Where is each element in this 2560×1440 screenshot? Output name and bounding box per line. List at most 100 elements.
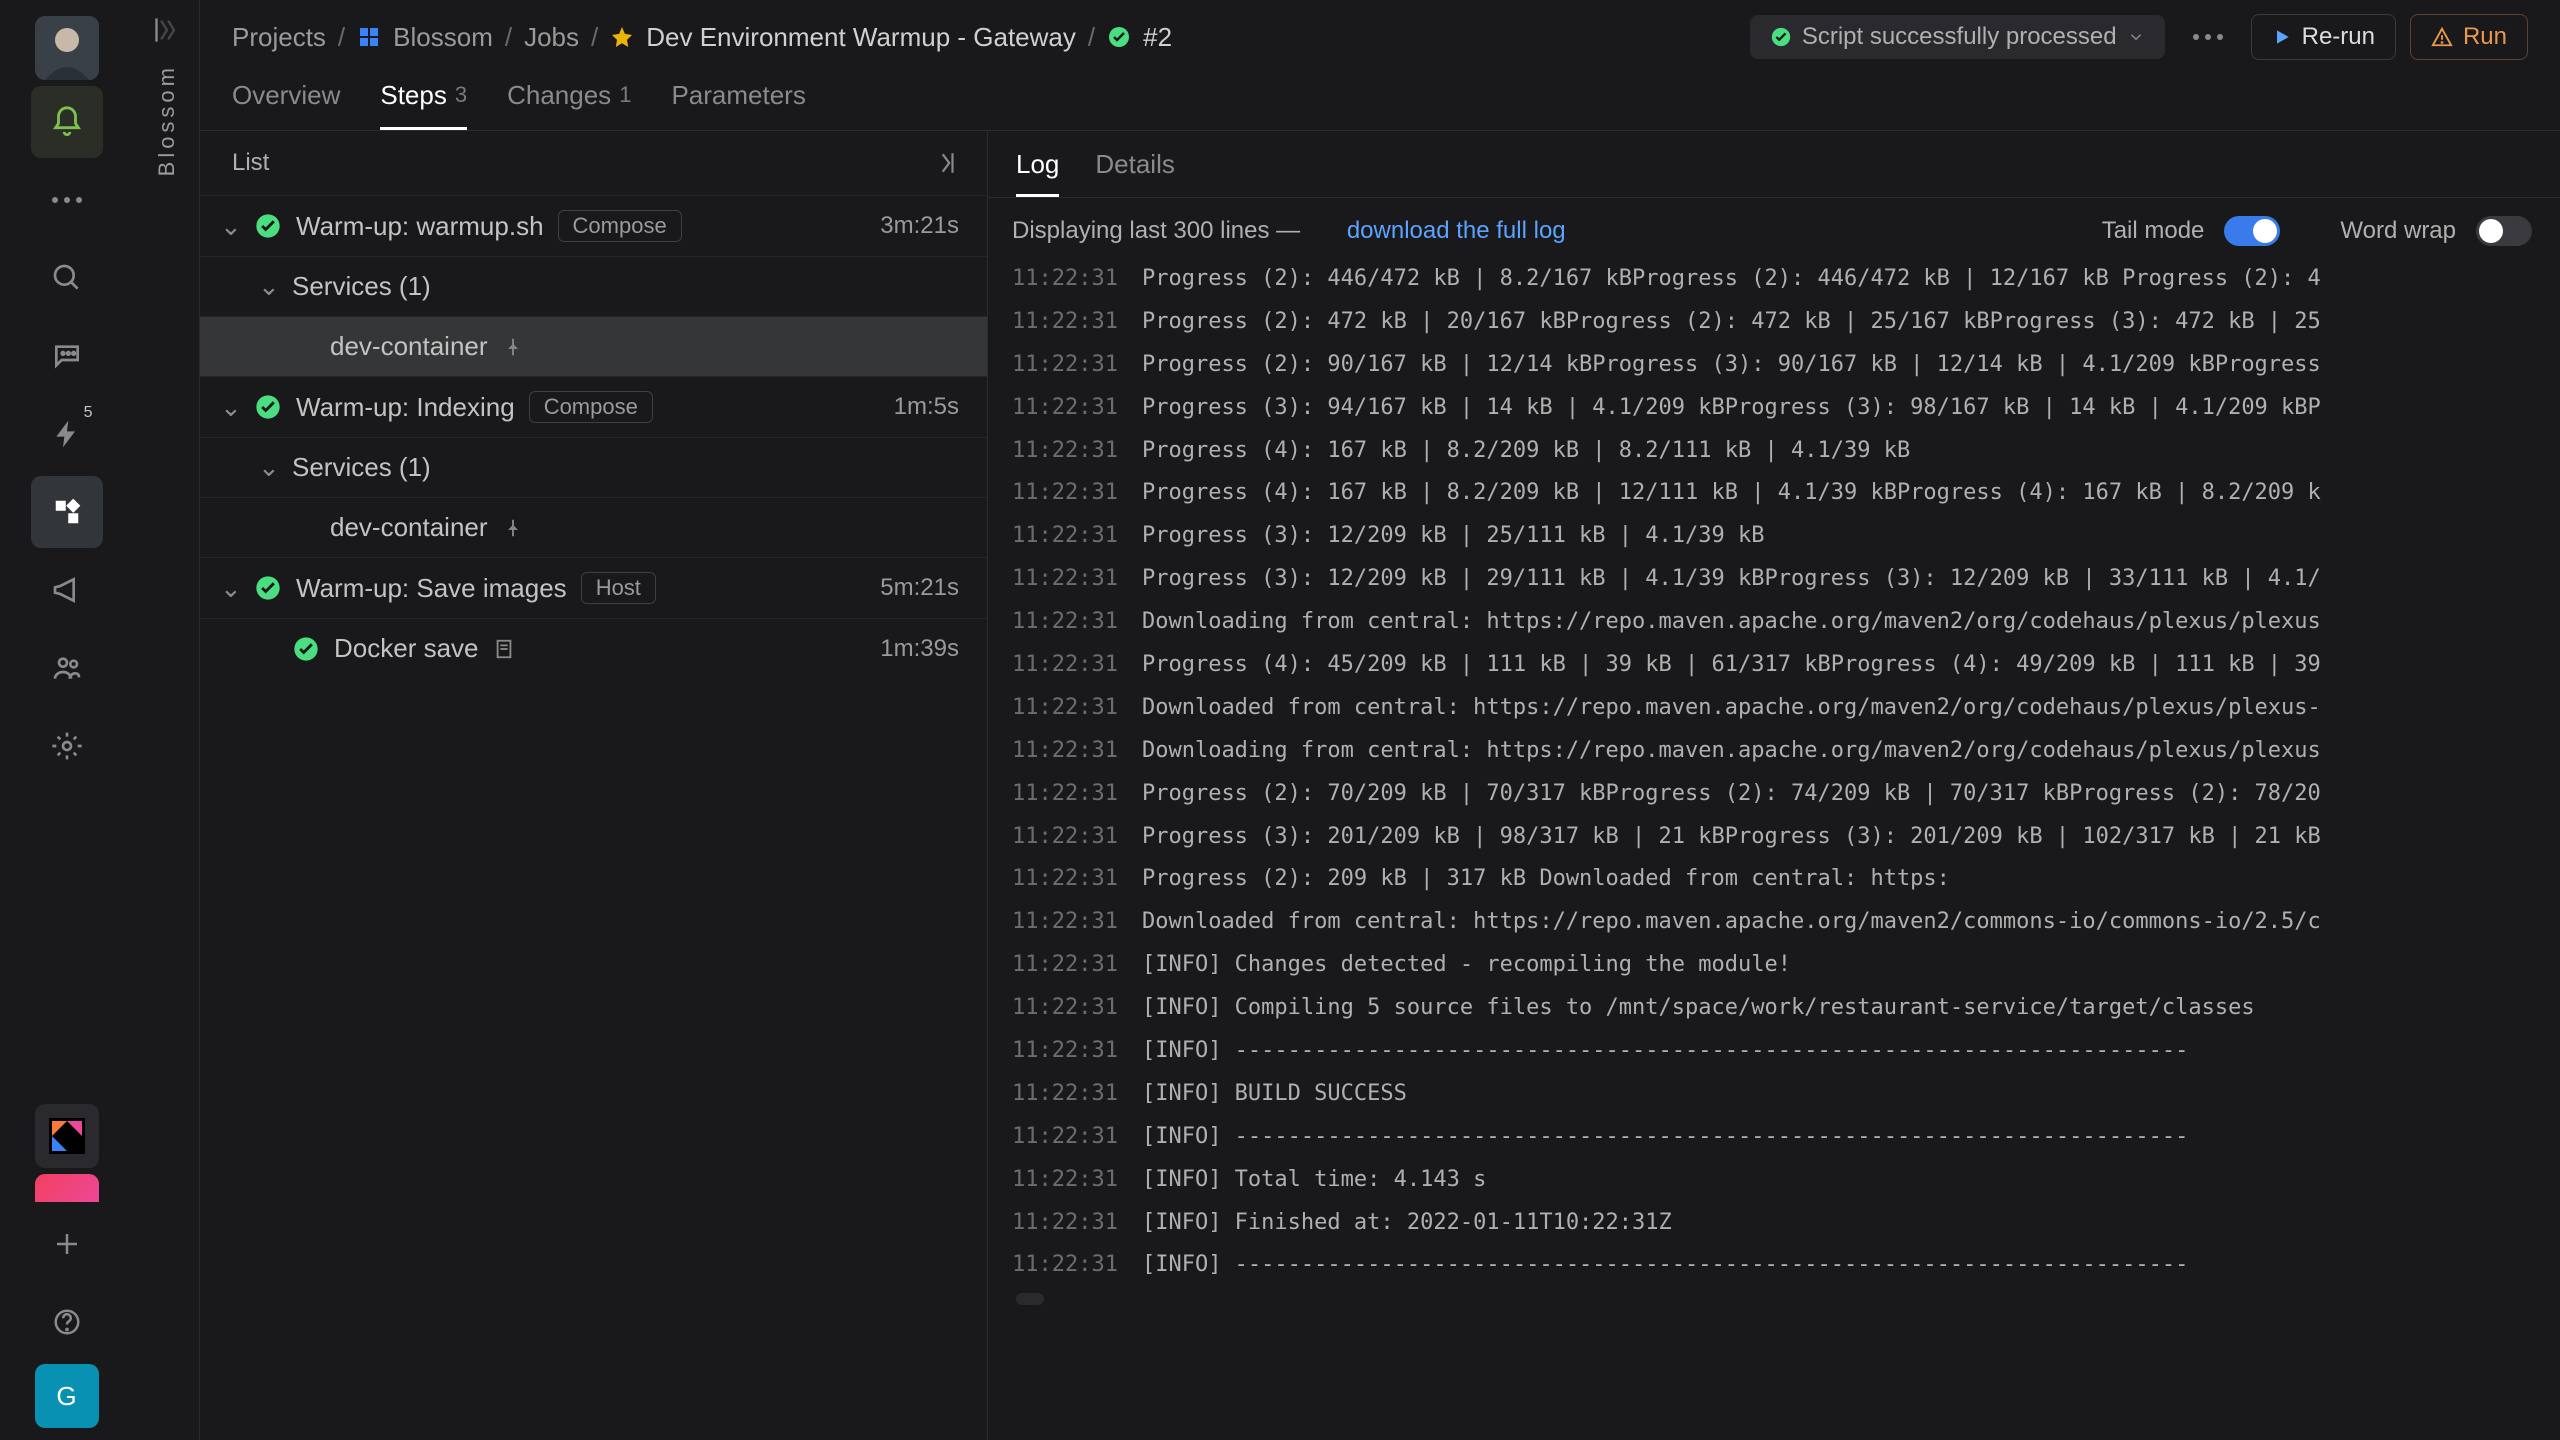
- gear-icon[interactable]: [31, 710, 103, 782]
- log-line: 11:22:31Progress (2): 90/167 kB | 12/14 …: [1012, 344, 2560, 387]
- log-message: Progress (2): 472 kB | 20/167 kBProgress…: [1142, 301, 2321, 344]
- steps-header-label: List: [232, 149, 269, 177]
- tab-parameters[interactable]: Parameters: [671, 80, 805, 130]
- notifications-icon[interactable]: [31, 86, 103, 158]
- log-body[interactable]: 11:22:31Progress (2): 446/472 kB | 8.2/1…: [988, 258, 2560, 1440]
- tree-row-title: Services (1): [292, 271, 431, 302]
- scrollbar-thumb[interactable]: [1016, 1293, 1044, 1305]
- download-log-link[interactable]: download the full log: [1347, 217, 1566, 245]
- log-timestamp: 11:22:31: [1012, 816, 1118, 859]
- tree-row[interactable]: dev-container: [200, 497, 987, 557]
- document-icon[interactable]: [493, 638, 515, 660]
- tree-row[interactable]: ⌄ Services (1): [200, 437, 987, 497]
- more-actions-icon[interactable]: [2179, 32, 2237, 42]
- breadcrumb-jobs[interactable]: Jobs: [524, 22, 579, 53]
- log-line: 11:22:31Downloading from central: https:…: [1012, 730, 2560, 773]
- log-line: 11:22:31Progress (4): 45/209 kB | 111 kB…: [1012, 644, 2560, 687]
- chevron-down-icon[interactable]: ⌄: [220, 211, 240, 242]
- add-icon[interactable]: [31, 1208, 103, 1280]
- g-tile-icon[interactable]: G: [35, 1364, 99, 1428]
- status-pill-label: Script successfully processed: [1802, 23, 2117, 51]
- more-icon[interactable]: [31, 164, 103, 236]
- team-icon[interactable]: [31, 632, 103, 704]
- tree-row-title: Warm-up: warmup.sh: [296, 211, 544, 242]
- tab-overview[interactable]: Overview: [232, 80, 340, 130]
- log-tab-log[interactable]: Log: [1016, 149, 1059, 197]
- breadcrumb-project[interactable]: Blossom: [393, 22, 493, 53]
- tree-row[interactable]: ⌄Warm-up: IndexingCompose1m:5s: [200, 376, 987, 437]
- tree-row-duration: 1m:5s: [894, 393, 959, 421]
- run-button[interactable]: Run: [2410, 14, 2528, 60]
- tree-row-title: Services (1): [292, 452, 431, 483]
- word-wrap-toggle[interactable]: [2476, 216, 2532, 246]
- log-timestamp: 11:22:31: [1012, 1244, 1118, 1287]
- log-message: [INFO] Changes detected - recompiling th…: [1142, 944, 1791, 987]
- breadcrumb-run: #2: [1143, 22, 1172, 53]
- breadcrumb-projects[interactable]: Projects: [232, 22, 326, 53]
- tree-row-title: dev-container: [330, 512, 488, 543]
- log-line: 11:22:31 Progress (3): 201/209 kB | 98/31…: [1012, 816, 2560, 859]
- success-icon: [1770, 26, 1792, 48]
- log-line: 11:22:31Progress (2): 446/472 kB | 8.2/1…: [1012, 258, 2560, 301]
- log-timestamp: 11:22:31: [1012, 987, 1118, 1030]
- chevron-down-icon[interactable]: ⌄: [258, 271, 278, 302]
- bolt-icon[interactable]: 5: [31, 398, 103, 470]
- chat-icon[interactable]: [31, 320, 103, 392]
- log-message: Downloading from central: https://repo.m…: [1142, 601, 2321, 644]
- log-timestamp: 11:22:31: [1012, 1202, 1118, 1245]
- apps-icon[interactable]: [31, 476, 103, 548]
- star-icon[interactable]: [610, 25, 634, 49]
- tree-row[interactable]: ⌄Warm-up: Save imagesHost5m:21s: [200, 557, 987, 618]
- project-icon: [357, 25, 381, 49]
- log-line: 11:22:31[INFO] -------------------------…: [1012, 1244, 2560, 1287]
- tree-row[interactable]: dev-container: [200, 316, 987, 376]
- tree-row[interactable]: ⌄ Services (1): [200, 256, 987, 316]
- sidebar-rail: 5 G: [0, 0, 134, 1440]
- log-message: [INFO] ---------------------------------…: [1142, 1116, 2188, 1159]
- tree-row[interactable]: Docker save1m:39s: [200, 618, 987, 678]
- log-timestamp: 11:22:31: [1012, 858, 1118, 901]
- log-timestamp: 11:22:31: [1012, 601, 1118, 644]
- log-timestamp: 11:22:31: [1012, 644, 1118, 687]
- expand-icon[interactable]: [933, 150, 959, 176]
- tree-row-title: Warm-up: Save images: [296, 573, 567, 604]
- help-icon[interactable]: [31, 1286, 103, 1358]
- collapse-strip-icon[interactable]: [153, 16, 181, 44]
- tail-mode-toggle[interactable]: [2224, 216, 2280, 246]
- log-line: 11:22:31[INFO] Finished at: 2022-01-11T1…: [1012, 1202, 2560, 1245]
- avatar[interactable]: [35, 16, 99, 80]
- pin-icon[interactable]: [502, 517, 524, 539]
- success-icon: [1107, 25, 1131, 49]
- breadcrumb-job[interactable]: Dev Environment Warmup - Gateway: [646, 22, 1076, 53]
- tree-row[interactable]: ⌄Warm-up: warmup.shCompose3m:21s: [200, 195, 987, 256]
- chevron-down-icon[interactable]: ⌄: [220, 573, 240, 604]
- chevron-down-icon[interactable]: ⌄: [220, 392, 240, 423]
- log-message: Progress (3): 201/209 kB | 98/317 kB | 2…: [1142, 816, 2321, 859]
- log-line: 11:22:31Progress (2): 472 kB | 20/167 kB…: [1012, 301, 2560, 344]
- log-message: Progress (4): 167 kB | 8.2/209 kB | 8.2/…: [1142, 430, 1910, 473]
- status-pill[interactable]: Script successfully processed: [1750, 15, 2165, 59]
- word-wrap-label: Word wrap: [2340, 217, 2456, 245]
- log-timestamp: 11:22:31: [1012, 430, 1118, 473]
- jetbrains-icon[interactable]: [35, 1104, 99, 1168]
- log-message: [INFO] ---------------------------------…: [1142, 1030, 2188, 1073]
- log-timestamp: 11:22:31: [1012, 258, 1118, 301]
- log-timestamp: 11:22:31: [1012, 901, 1118, 944]
- log-message: [INFO] BUILD SUCCESS: [1142, 1073, 1407, 1116]
- tab-changes[interactable]: Changes1: [507, 80, 631, 130]
- log-tab-details[interactable]: Details: [1095, 149, 1174, 197]
- log-message: Downloaded from central: https://repo.ma…: [1142, 687, 2321, 730]
- tab-steps[interactable]: Steps3: [380, 80, 467, 130]
- chevron-down-icon: [2127, 28, 2145, 46]
- log-timestamp: 11:22:31: [1012, 730, 1118, 773]
- log-line: 11:22:31 Progress (4): 167 kB | 8.2/209 k…: [1012, 430, 2560, 473]
- search-icon[interactable]: [31, 242, 103, 314]
- rerun-button[interactable]: Re-run: [2251, 14, 2396, 60]
- log-line: 11:22:31Progress (2): 209 kB | 317 kB Do…: [1012, 858, 2560, 901]
- chevron-down-icon[interactable]: ⌄: [258, 452, 278, 483]
- project-tile-icon[interactable]: [35, 1174, 99, 1202]
- pin-icon[interactable]: [502, 336, 524, 358]
- log-message: [INFO] Compiling 5 source files to /mnt/…: [1142, 987, 2255, 1030]
- megaphone-icon[interactable]: [31, 554, 103, 626]
- success-icon: [254, 574, 282, 602]
